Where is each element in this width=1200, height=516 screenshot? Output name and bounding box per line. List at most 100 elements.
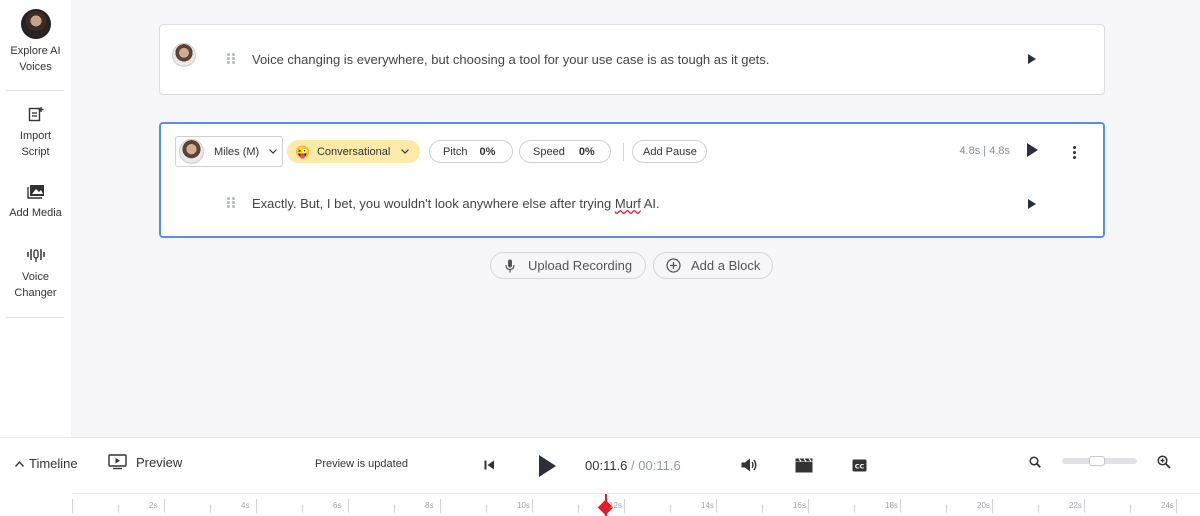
voice-style-select[interactable]: 😜 Conversational: [287, 140, 420, 163]
chevron-down-icon: [269, 149, 278, 154]
sidebar-item-label: Voice: [22, 271, 49, 283]
sidebar: Explore AI Voices Import Script Add Medi…: [0, 0, 71, 437]
chevron-down-icon: [401, 149, 410, 154]
script-block-2[interactable]: Miles (M) 😜 Conversational Pitch 0% Spee…: [159, 122, 1105, 238]
time-current: 00:11.6: [585, 458, 628, 473]
ruler-tick: [854, 505, 855, 513]
ruler-tick: [670, 505, 671, 513]
play-block-icon[interactable]: [1028, 54, 1036, 64]
speed-label: Speed: [533, 145, 565, 158]
zoom-slider[interactable]: [1062, 456, 1137, 466]
voice-avatar: [179, 139, 204, 164]
upload-recording-button[interactable]: Upload Recording: [490, 252, 646, 279]
speed-value: 0%: [578, 145, 595, 158]
sidebar-divider: [6, 90, 64, 91]
drag-handle-icon[interactable]: [227, 197, 235, 209]
ruler-label: 12s: [609, 501, 622, 510]
voice-avatar: [172, 43, 196, 67]
clapperboard-icon[interactable]: [795, 458, 813, 473]
misspelled-word: Murf: [614, 196, 641, 211]
ruler-tick: [992, 499, 993, 513]
timeline-label: Timeline: [29, 456, 78, 471]
ruler-tick: [946, 505, 947, 513]
ruler-tick: [624, 499, 625, 513]
sidebar-item-import-script[interactable]: Import Script: [0, 106, 71, 160]
block-duration: 4.8s | 4.8s: [959, 145, 1010, 157]
ruler-tick: [440, 499, 441, 513]
plus-circle-icon: [666, 258, 681, 273]
add-block-button[interactable]: Add a Block: [653, 252, 773, 279]
block-text-part: Exactly. But, I bet, you wouldn't look a…: [252, 196, 615, 211]
ruler-tick: [1130, 505, 1131, 513]
ruler-tick: [486, 505, 487, 513]
import-script-icon: [28, 107, 43, 122]
ruler-label: 16s: [793, 501, 806, 510]
ruler-tick: [72, 499, 73, 513]
ruler-tick: [900, 499, 901, 513]
time-display: 00:11.6 / 00:11.6: [585, 458, 681, 473]
ruler-tick: [532, 499, 533, 513]
ruler-tick: [210, 505, 211, 513]
svg-text:CC: CC: [855, 462, 865, 470]
sidebar-item-label: Add Media: [9, 207, 62, 219]
speed-control[interactable]: Speed 0%: [519, 140, 611, 163]
play-icon[interactable]: [539, 455, 556, 477]
volume-icon[interactable]: [741, 458, 758, 472]
ruler-label: 8s: [425, 501, 434, 510]
preview-icon: [108, 454, 127, 470]
block-text-part: AI.: [640, 196, 660, 211]
time-total: 00:11.6: [638, 458, 681, 473]
divider: [623, 143, 624, 161]
drag-handle-icon[interactable]: [227, 53, 235, 65]
zoom-out-icon[interactable]: [1029, 456, 1041, 468]
timeline-toggle[interactable]: Timeline: [15, 456, 78, 471]
play-line-icon[interactable]: [1028, 199, 1036, 209]
time-separator: /: [631, 458, 635, 473]
ruler-label: 24s: [1161, 501, 1174, 510]
preview-status: Preview is updated: [315, 458, 408, 470]
voice-changer-icon: [26, 249, 45, 262]
ruler-tick: [1176, 499, 1177, 513]
captions-icon[interactable]: CC: [852, 459, 867, 472]
sidebar-item-label: Voices: [19, 61, 52, 73]
ruler-tick: [118, 505, 119, 513]
ruler-tick: [762, 505, 763, 513]
ruler-label: 4s: [241, 501, 250, 510]
timeline-ruler[interactable]: 2s 4s 6s 8s 10s 12s 14s 16s 18s 20s 22s 24s: [72, 493, 1200, 516]
ruler-label: 6s: [333, 501, 342, 510]
more-options-icon[interactable]: [1073, 146, 1076, 160]
ruler-label: 20s: [977, 501, 990, 510]
preview-button[interactable]: Preview: [108, 454, 182, 470]
sidebar-item-label: Import: [19, 130, 52, 142]
voice-select[interactable]: Miles (M): [175, 136, 283, 167]
ruler-tick: [1084, 499, 1085, 513]
sidebar-item-add-media[interactable]: Add Media: [0, 184, 71, 221]
zoom-slider-handle[interactable]: [1089, 456, 1105, 466]
ruler-tick: [808, 499, 809, 513]
ruler-label: 14s: [701, 501, 714, 510]
add-pause-button[interactable]: Add Pause: [632, 140, 707, 163]
ruler-tick: [578, 505, 579, 513]
block-text[interactable]: Exactly. But, I bet, you wouldn't look a…: [252, 196, 660, 211]
skip-back-icon[interactable]: [484, 460, 495, 470]
block-text[interactable]: Voice changing is everywhere, but choosi…: [252, 52, 769, 67]
chevron-up-icon: [15, 460, 24, 467]
ruler-tick: [348, 499, 349, 513]
ruler-tick: [1038, 505, 1039, 513]
ruler-label: 18s: [885, 501, 898, 510]
play-block-icon[interactable]: [1027, 143, 1038, 157]
script-block-1[interactable]: Voice changing is everywhere, but choosi…: [159, 24, 1105, 95]
ruler-tick: [716, 499, 717, 513]
preview-label: Preview: [136, 454, 183, 470]
sidebar-item-label: Changer: [14, 287, 57, 299]
voice-name: Miles (M): [214, 145, 260, 158]
ruler-label: 22s: [1069, 501, 1082, 510]
zoom-in-icon[interactable]: [1157, 455, 1171, 469]
sidebar-item-label: Explore AI: [10, 45, 61, 57]
sidebar-item-explore-ai-voices[interactable]: Explore AI Voices: [0, 9, 71, 75]
pitch-label: Pitch: [443, 145, 468, 158]
sidebar-item-voice-changer[interactable]: Voice Changer: [0, 246, 71, 301]
ruler-tick: [256, 499, 257, 513]
sidebar-item-label: Script: [21, 146, 50, 158]
pitch-control[interactable]: Pitch 0%: [429, 140, 513, 163]
